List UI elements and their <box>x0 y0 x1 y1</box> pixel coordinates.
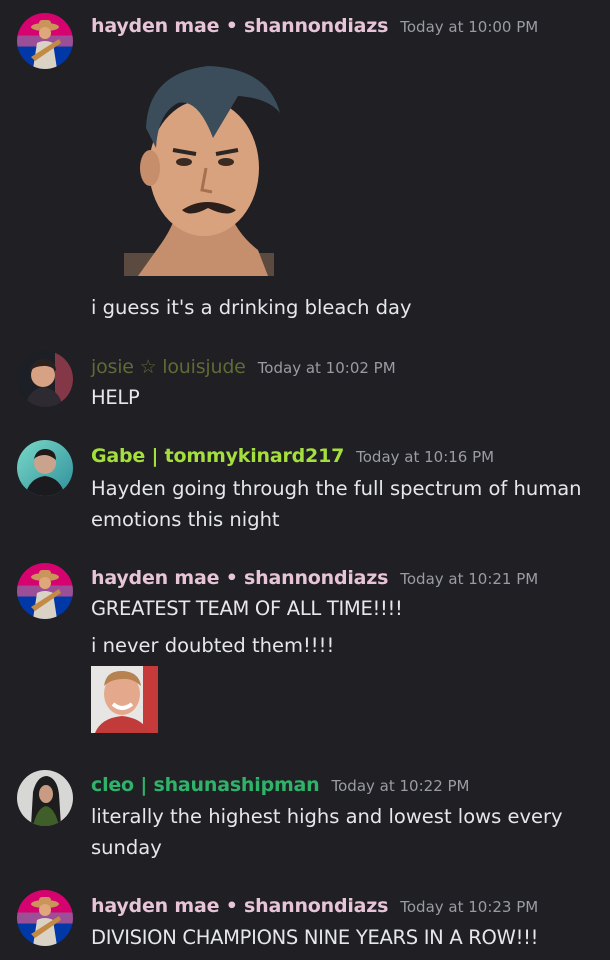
dark-hair-man-avatar[interactable] <box>17 351 73 407</box>
message-header: Gabe | tommykinard217 Today at 10:16 PM <box>91 445 494 467</box>
message-header: hayden mae • shannondiazs Today at 10:00… <box>91 15 538 37</box>
message-text: emotions this night <box>91 508 280 531</box>
author-name[interactable]: hayden mae • shannondiazs <box>91 895 388 917</box>
timestamp: Today at 10:23 PM <box>400 898 539 916</box>
message-item: hayden mae • shannondiazs Today at 10:23… <box>0 880 610 960</box>
timestamp: Today at 10:22 PM <box>331 777 470 795</box>
message-text: Hayden going through the full spectrum o… <box>91 477 582 500</box>
woman-portrait-avatar[interactable] <box>17 770 73 826</box>
message-item: Gabe | tommykinard217 Today at 10:16 PM … <box>0 430 610 550</box>
flag-cowboy-avatar[interactable] <box>17 890 73 946</box>
author-name[interactable]: hayden mae • shannondiazs <box>91 567 388 589</box>
flag-cowboy-avatar[interactable] <box>17 13 73 69</box>
message-header: hayden mae • shannondiazs Today at 10:23… <box>91 895 538 917</box>
author-name[interactable]: cleo | shaunashipman <box>91 774 320 796</box>
timestamp: Today at 10:16 PM <box>356 448 495 466</box>
message-item: hayden mae • shannondiazs Today at 10:00… <box>0 0 610 340</box>
message-item: cleo | shaunashipman Today at 10:22 PM l… <box>0 760 610 880</box>
author-name[interactable]: Gabe | tommykinard217 <box>91 445 344 467</box>
message-text: i guess it's a drinking bleach day <box>91 296 412 319</box>
message-text: i never doubted them!!!! <box>91 634 335 657</box>
message-item: hayden mae • shannondiazs Today at 10:21… <box>0 550 610 750</box>
author-name[interactable]: josie ☆ louisjude <box>91 356 246 378</box>
timestamp: Today at 10:21 PM <box>400 570 539 588</box>
message-text: sunday <box>91 836 162 859</box>
message-text: HELP <box>91 386 140 409</box>
message-header: josie ☆ louisjude Today at 10:02 PM <box>91 356 396 378</box>
timestamp: Today at 10:02 PM <box>257 359 396 377</box>
message-header: cleo | shaunashipman Today at 10:22 PM <box>91 774 470 796</box>
author-name[interactable]: hayden mae • shannondiazs <box>91 15 388 37</box>
flag-cowboy-avatar[interactable] <box>17 563 73 619</box>
timestamp: Today at 10:00 PM <box>400 18 539 36</box>
message-text: GREATEST TEAM OF ALL TIME!!!! <box>91 597 403 620</box>
message-text: literally the highest highs and lowest l… <box>91 805 563 828</box>
message-header: hayden mae • shannondiazs Today at 10:21… <box>91 567 538 589</box>
smiling-man-thumbnail[interactable] <box>91 666 158 733</box>
message-item: josie ☆ louisjude Today at 10:02 PM HELP <box>0 340 610 430</box>
teal-portrait-avatar[interactable] <box>17 440 73 496</box>
message-text: DIVISION CHAMPIONS NINE YEARS IN A ROW!!… <box>91 926 539 949</box>
mustache-man-sticker[interactable] <box>118 58 290 276</box>
